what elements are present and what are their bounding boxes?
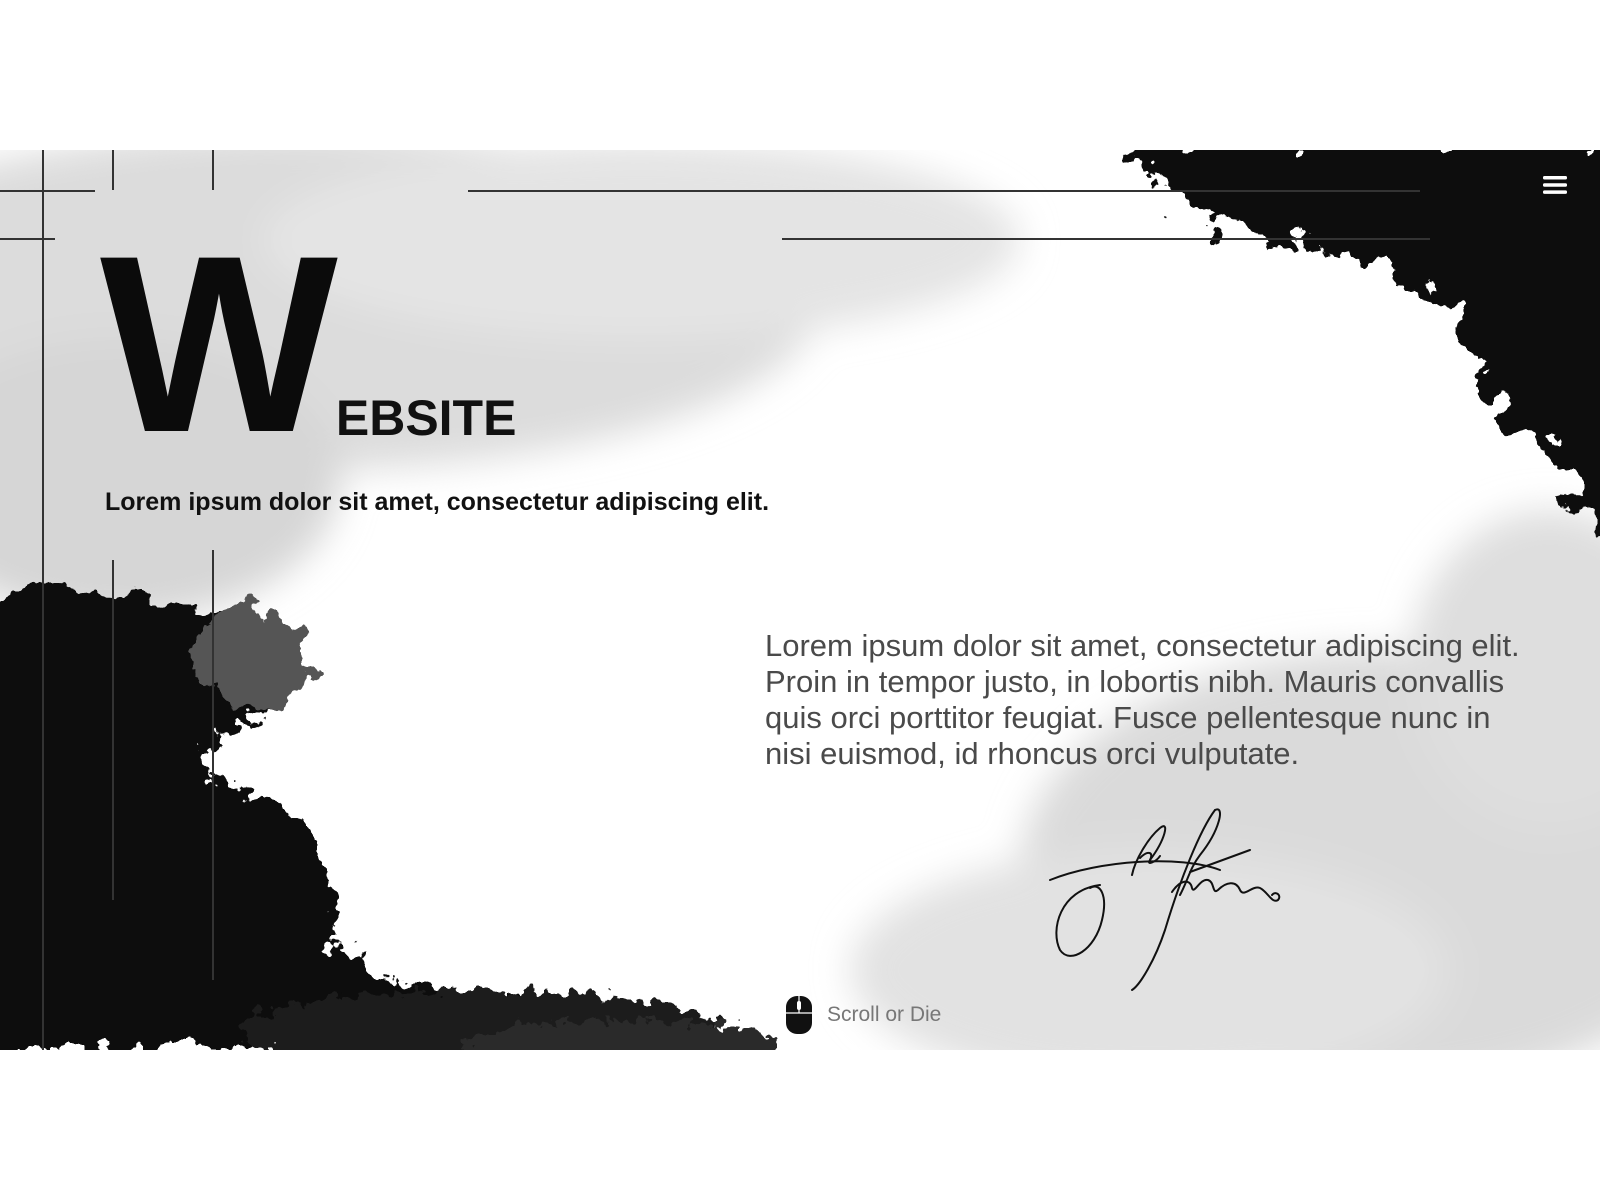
grid-line — [468, 190, 1420, 192]
mouse-icon — [786, 996, 812, 1034]
title-initial: W — [100, 204, 338, 485]
grid-line — [212, 550, 214, 980]
page: W EBSITE Lorem ipsum dolor sit amet, con… — [0, 0, 1600, 1200]
hero-body-text: Lorem ipsum dolor sit amet, consectetur … — [765, 628, 1520, 771]
ink-top-right — [1132, 150, 1600, 533]
hero-title: W EBSITE — [100, 204, 517, 485]
scroll-hint[interactable]: Scroll or Die — [785, 995, 941, 1035]
menu-button[interactable] — [1540, 170, 1570, 200]
signature-icon — [1049, 808, 1281, 991]
title-rest: EBSITE — [335, 390, 517, 446]
hero-subtitle: Lorem ipsum dolor sit amet, consectetur … — [105, 488, 770, 516]
ink-bottom-left — [0, 589, 760, 1050]
grid-line — [112, 560, 114, 900]
grid-line — [782, 238, 1430, 240]
grid-line — [212, 150, 214, 190]
grid-line — [42, 150, 44, 1050]
scroll-hint-label: Scroll or Die — [827, 1003, 942, 1026]
grid-line — [0, 190, 95, 192]
grid-line — [112, 150, 114, 190]
hamburger-menu-icon — [1543, 176, 1567, 194]
hero-section: W EBSITE Lorem ipsum dolor sit amet, con… — [0, 150, 1600, 1050]
grid-line — [0, 238, 55, 240]
